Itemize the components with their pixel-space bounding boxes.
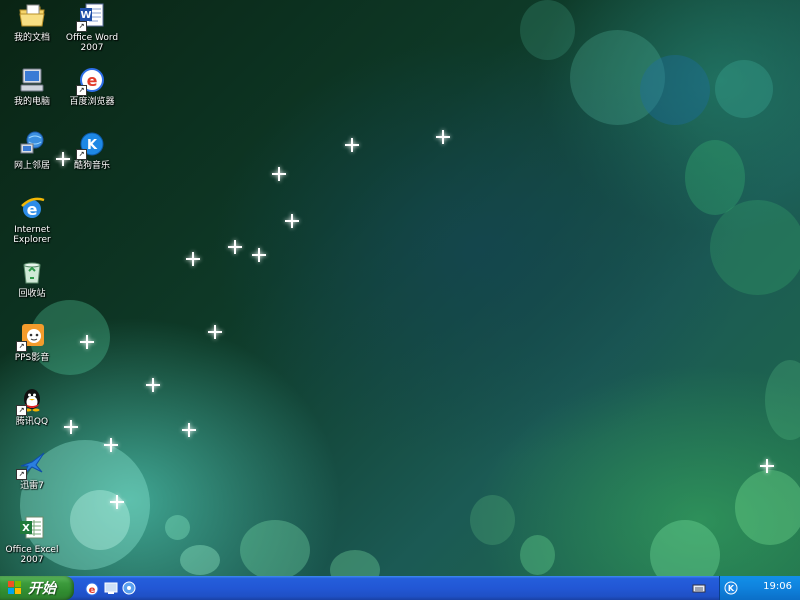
- taskbar[interactable]: 开始 e K 19:06: [0, 576, 800, 600]
- start-button[interactable]: 开始: [0, 576, 74, 600]
- bokeh-light: [520, 0, 575, 60]
- desktop-icon-kugou[interactable]: K ↗ 酷狗音乐: [60, 130, 124, 171]
- sparkle: [272, 167, 286, 181]
- shortcut-arrow-icon: ↗: [76, 149, 87, 160]
- desktop-icon-label: 百度浏览器: [69, 97, 115, 107]
- qq-penguin-icon: ↗: [16, 386, 46, 416]
- sparkle: [208, 325, 222, 339]
- ie-quicklaunch-icon[interactable]: e: [84, 580, 100, 596]
- system-tray: K 19:06: [692, 576, 800, 600]
- svg-text:X: X: [22, 523, 30, 534]
- desktop-icon-label: Office Word 2007: [65, 33, 119, 53]
- svg-text:e: e: [27, 200, 38, 219]
- keyboard-icon[interactable]: [692, 580, 706, 594]
- excel-icon: X: [18, 514, 46, 542]
- desktop-icon-pps[interactable]: ↗ PPS影音: [0, 322, 64, 363]
- sparkle: [186, 252, 200, 266]
- sparkle: [252, 248, 266, 262]
- desktop-icon-recycle-bin[interactable]: 回收站: [0, 258, 64, 299]
- desktop-icon-network-places[interactable]: 网上邻居: [0, 130, 64, 171]
- desktop-icon-label: Office Excel 2007: [5, 545, 59, 565]
- bokeh-light: [765, 360, 800, 440]
- bokeh-light: [710, 200, 800, 295]
- svg-text:e: e: [89, 585, 96, 596]
- bokeh-light: [640, 55, 710, 125]
- sparkle: [182, 423, 196, 437]
- svg-text:W: W: [80, 10, 91, 21]
- shortcut-arrow-icon: ↗: [16, 469, 27, 480]
- desktop-icon-label: PPS影音: [14, 353, 50, 363]
- word-icon: W ↗: [76, 2, 106, 32]
- folder-documents-icon: [18, 2, 46, 30]
- sparkle: [104, 438, 118, 452]
- bokeh-light: [735, 470, 800, 545]
- desktop-icon-label: 回收站: [18, 289, 46, 299]
- media-quicklaunch-icon[interactable]: [121, 580, 137, 596]
- recycle-bin-icon: [18, 258, 46, 286]
- desktop-icon-word[interactable]: W ↗ Office Word 2007: [60, 2, 124, 53]
- desktop-icon-label: 我的文档: [13, 33, 50, 43]
- bokeh-light: [180, 545, 220, 575]
- sparkle: [146, 378, 160, 392]
- pps-player-icon: ↗: [16, 322, 46, 352]
- svg-text:K: K: [728, 584, 735, 593]
- desktop-icon-label: 腾讯QQ: [15, 417, 49, 427]
- bokeh-light: [240, 520, 310, 576]
- desktop-icon-xunlei[interactable]: ↗ 迅雷7: [0, 450, 64, 491]
- desktop-icon-baidu-browser[interactable]: e ↗ 百度浏览器: [60, 66, 124, 107]
- bokeh-light: [330, 550, 380, 576]
- clock[interactable]: 19:06: [763, 581, 792, 592]
- computer-icon: [18, 66, 46, 94]
- desktop-icon-my-computer[interactable]: 我的电脑: [0, 66, 64, 107]
- bokeh-light: [470, 495, 515, 545]
- network-icon: [18, 130, 46, 158]
- desktop-icon-label: 我的电脑: [13, 97, 50, 107]
- desktop-icon-label: Internet Explorer: [13, 225, 51, 245]
- sparkle: [345, 138, 359, 152]
- kugou-tray-icon[interactable]: K: [724, 580, 738, 595]
- shortcut-arrow-icon: ↗: [16, 341, 27, 352]
- sparkle: [64, 420, 78, 434]
- sparkle: [436, 130, 450, 144]
- show-desktop-icon[interactable]: [103, 580, 119, 596]
- desktop-icon-label: 酷狗音乐: [73, 161, 110, 171]
- bokeh-light: [165, 515, 190, 540]
- windows-flag-icon: [8, 581, 22, 595]
- xunlei-bird-icon: ↗: [16, 450, 46, 480]
- desktop-icon-label: 网上邻居: [13, 161, 50, 171]
- bokeh-light: [520, 535, 555, 575]
- start-label: 开始: [28, 581, 56, 597]
- bokeh-light: [650, 520, 720, 576]
- sparkle: [285, 214, 299, 228]
- sparkle: [110, 495, 124, 509]
- sparkle: [760, 459, 774, 473]
- desktop-icon-label: 迅雷7: [20, 481, 44, 491]
- shortcut-arrow-icon: ↗: [16, 405, 27, 416]
- desktop-icon-excel[interactable]: X Office Excel 2007: [0, 514, 64, 565]
- sparkle: [80, 335, 94, 349]
- baidu-browser-icon: e ↗: [76, 66, 106, 96]
- desktop-icon-my-documents[interactable]: 我的文档: [0, 2, 64, 43]
- bokeh-light: [715, 60, 773, 118]
- svg-text:K: K: [87, 138, 98, 153]
- desktop-icon-internet-explorer[interactable]: e Internet Explorer: [0, 194, 64, 245]
- desktop-icon-qq[interactable]: ↗ 腾讯QQ: [0, 386, 64, 427]
- shortcut-arrow-icon: ↗: [76, 85, 87, 96]
- kugou-music-icon: K ↗: [76, 130, 106, 160]
- svg-text:e: e: [87, 71, 98, 90]
- shortcut-arrow-icon: ↗: [76, 21, 87, 32]
- internet-explorer-icon: e: [18, 194, 46, 222]
- sparkle: [228, 240, 242, 254]
